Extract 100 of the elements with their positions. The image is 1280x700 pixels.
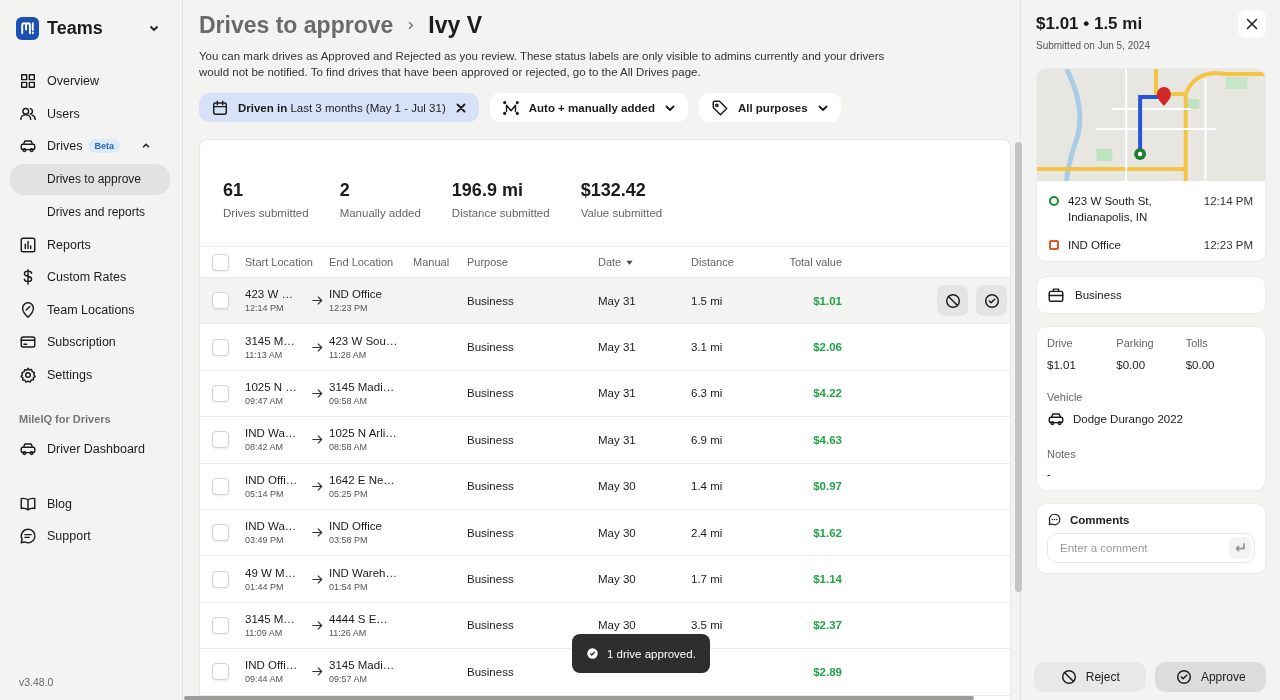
nav-label: Overview [47,74,100,89]
nav-item[interactable]: Drives Beta [10,130,170,163]
notes-value: - [1047,468,1052,480]
nav-item[interactable]: Team Locations [10,293,170,326]
row-checkbox[interactable] [212,477,229,495]
start-time: 12:14 PM [245,303,285,314]
table-cell: May 31 [598,433,636,446]
table-row[interactable]: IND Wa… 08:42 AM 1025 N Arli… 08:58 AM Business May 31 6.9 mi $4.63 [200,417,1010,464]
logo-icon [16,16,39,40]
table-cell: May 30 [598,619,636,632]
column-header[interactable]: Total value [761,256,842,268]
bar-chart-icon [19,235,37,254]
row-checkbox[interactable] [212,384,229,402]
row-checkbox[interactable] [212,663,229,681]
table-cell: May 30 [598,480,636,493]
column-header[interactable]: Distance [691,256,761,268]
filter-chip[interactable]: All purposes [698,93,841,122]
row-checkbox[interactable] [212,570,229,588]
value-cell: $2.06 [813,341,842,354]
stat-label: Manually added [339,207,421,219]
end-time: 08:58 AM [329,442,369,453]
version-label: v3.48.0 [19,676,55,688]
page-title: Ivy V [428,12,482,39]
column-header[interactable]: Purpose [467,256,598,268]
table-cell-text: Business [467,387,515,400]
nav-item[interactable]: Custom Rates [10,261,170,294]
nav-item[interactable]: Blog [10,487,170,520]
nav-subitem[interactable]: Drives and reports [10,196,170,228]
column-header[interactable]: Manual [413,256,467,268]
column-header[interactable]: Date [598,256,691,268]
nav-label: Custom Rates [47,270,127,285]
send-button[interactable] [1229,537,1251,559]
nav-item[interactable]: Support [10,520,170,553]
table-row[interactable]: IND Wa… 03:49 PM IND Office 03:58 PM Business May 30 2.4 mi $1.62 [200,509,1010,557]
end-time: 11:28 AM [329,349,368,360]
arrow-right-icon [311,666,323,678]
table-cell: May 30 [598,573,636,586]
nav-subitem[interactable]: Drives to approve [10,163,170,195]
nav-label: Settings [47,367,93,382]
reject-button[interactable]: Reject [1034,662,1146,692]
row-checkbox[interactable] [212,292,229,310]
table-row[interactable]: 49 W M… 01:44 PM IND Wareh… 01:54 PM Business May 30 1.7 mi $1.14 [200,556,1010,603]
nav-item[interactable]: Subscription [10,326,170,359]
approve-button[interactable] [976,285,1007,317]
nav-item[interactable]: Overview [10,65,170,98]
breadcrumb-link[interactable]: Drives to approve [199,12,394,39]
table-cell: May 31 [598,294,636,307]
start-location: IND Wa… [245,520,298,533]
scrollbar[interactable] [184,696,974,700]
arrow-right-icon [311,295,323,307]
stop-address: 423 W South St, Indianapolis, IN [1068,194,1153,225]
filter-chip[interactable]: Driven in Last 3 months (May 1 - Jul 31) [199,93,479,122]
field-label: Parking [1116,337,1155,349]
table-cell-text: Business [467,665,515,678]
table-cell: 1.4 mi [691,480,723,493]
nav-item[interactable]: Driver Dashboard [10,433,170,466]
row-checkbox[interactable] [212,431,229,449]
start-location: 3145 M… [245,334,296,347]
start-time: 09:44 AM [245,674,285,685]
arrow-right-icon [311,387,323,399]
nav-label: Support [47,529,91,544]
row-checkbox[interactable] [212,616,229,634]
table-row[interactable]: 3145 M… 11:13 AM 423 W Sou… 11:28 AM Business May 31 3.1 mi $2.06 [200,324,1010,371]
nav-label: Subscription [47,335,116,350]
column-header[interactable]: End Location [329,256,413,268]
reject-button[interactable] [937,285,968,317]
close-icon[interactable] [454,101,467,114]
field-label: Tolls [1185,337,1209,349]
arrow-right-icon [311,573,323,585]
row-checkbox[interactable] [212,338,229,356]
table-cell-text: Business [467,573,515,586]
nav-item[interactable]: Settings [10,358,170,391]
table-cell: 1.5 mi [691,294,723,307]
nav-item[interactable]: Reports [10,228,170,261]
table-row[interactable]: IND Offi… 05:14 PM 1642 E Ne… 05:25 PM Business May 30 1.4 mi $0.97 [200,463,1010,510]
value-cell: $1.14 [813,573,842,586]
filter-chip[interactable]: Auto + manually added [489,93,688,122]
end-location: IND Office [329,288,383,301]
start-marker-icon [1049,196,1059,206]
table-cell: 1.7 mi [691,573,723,586]
row-checkbox[interactable] [212,524,229,542]
table-row[interactable]: 423 W … 12:14 PM IND Office 12:23 PM Business May 31 1.5 mi $1.01 [200,278,1010,325]
select-all-checkbox[interactable] [212,253,229,271]
approve-button[interactable]: Approve [1154,662,1266,692]
field-value: $0.00 [1116,359,1147,371]
stop-time: 12:23 PM [1203,238,1253,253]
team-switcher[interactable]: Teams [47,17,140,39]
scrollbar[interactable] [1015,142,1022,592]
column-header[interactable]: Start Location [245,256,329,268]
nav-label: Drives [47,139,83,154]
section-heading: MileIQ for Drivers [19,413,112,425]
close-button[interactable] [1238,10,1266,38]
nav-item[interactable]: Users [10,97,170,130]
comment-field[interactable]: Enter a comment [1047,533,1255,563]
field-label: Vehicle [1047,391,1084,403]
start-time: 03:49 PM [245,535,285,546]
settings-icon [19,365,37,384]
table-row[interactable]: 1025 N … 09:47 AM 3145 Madi… 09:58 AM Business May 31 6.3 mi $4.22 [200,370,1010,418]
vehicle-name: Dodge Durango 2022 [1073,413,1183,425]
enter-icon [1234,542,1246,554]
